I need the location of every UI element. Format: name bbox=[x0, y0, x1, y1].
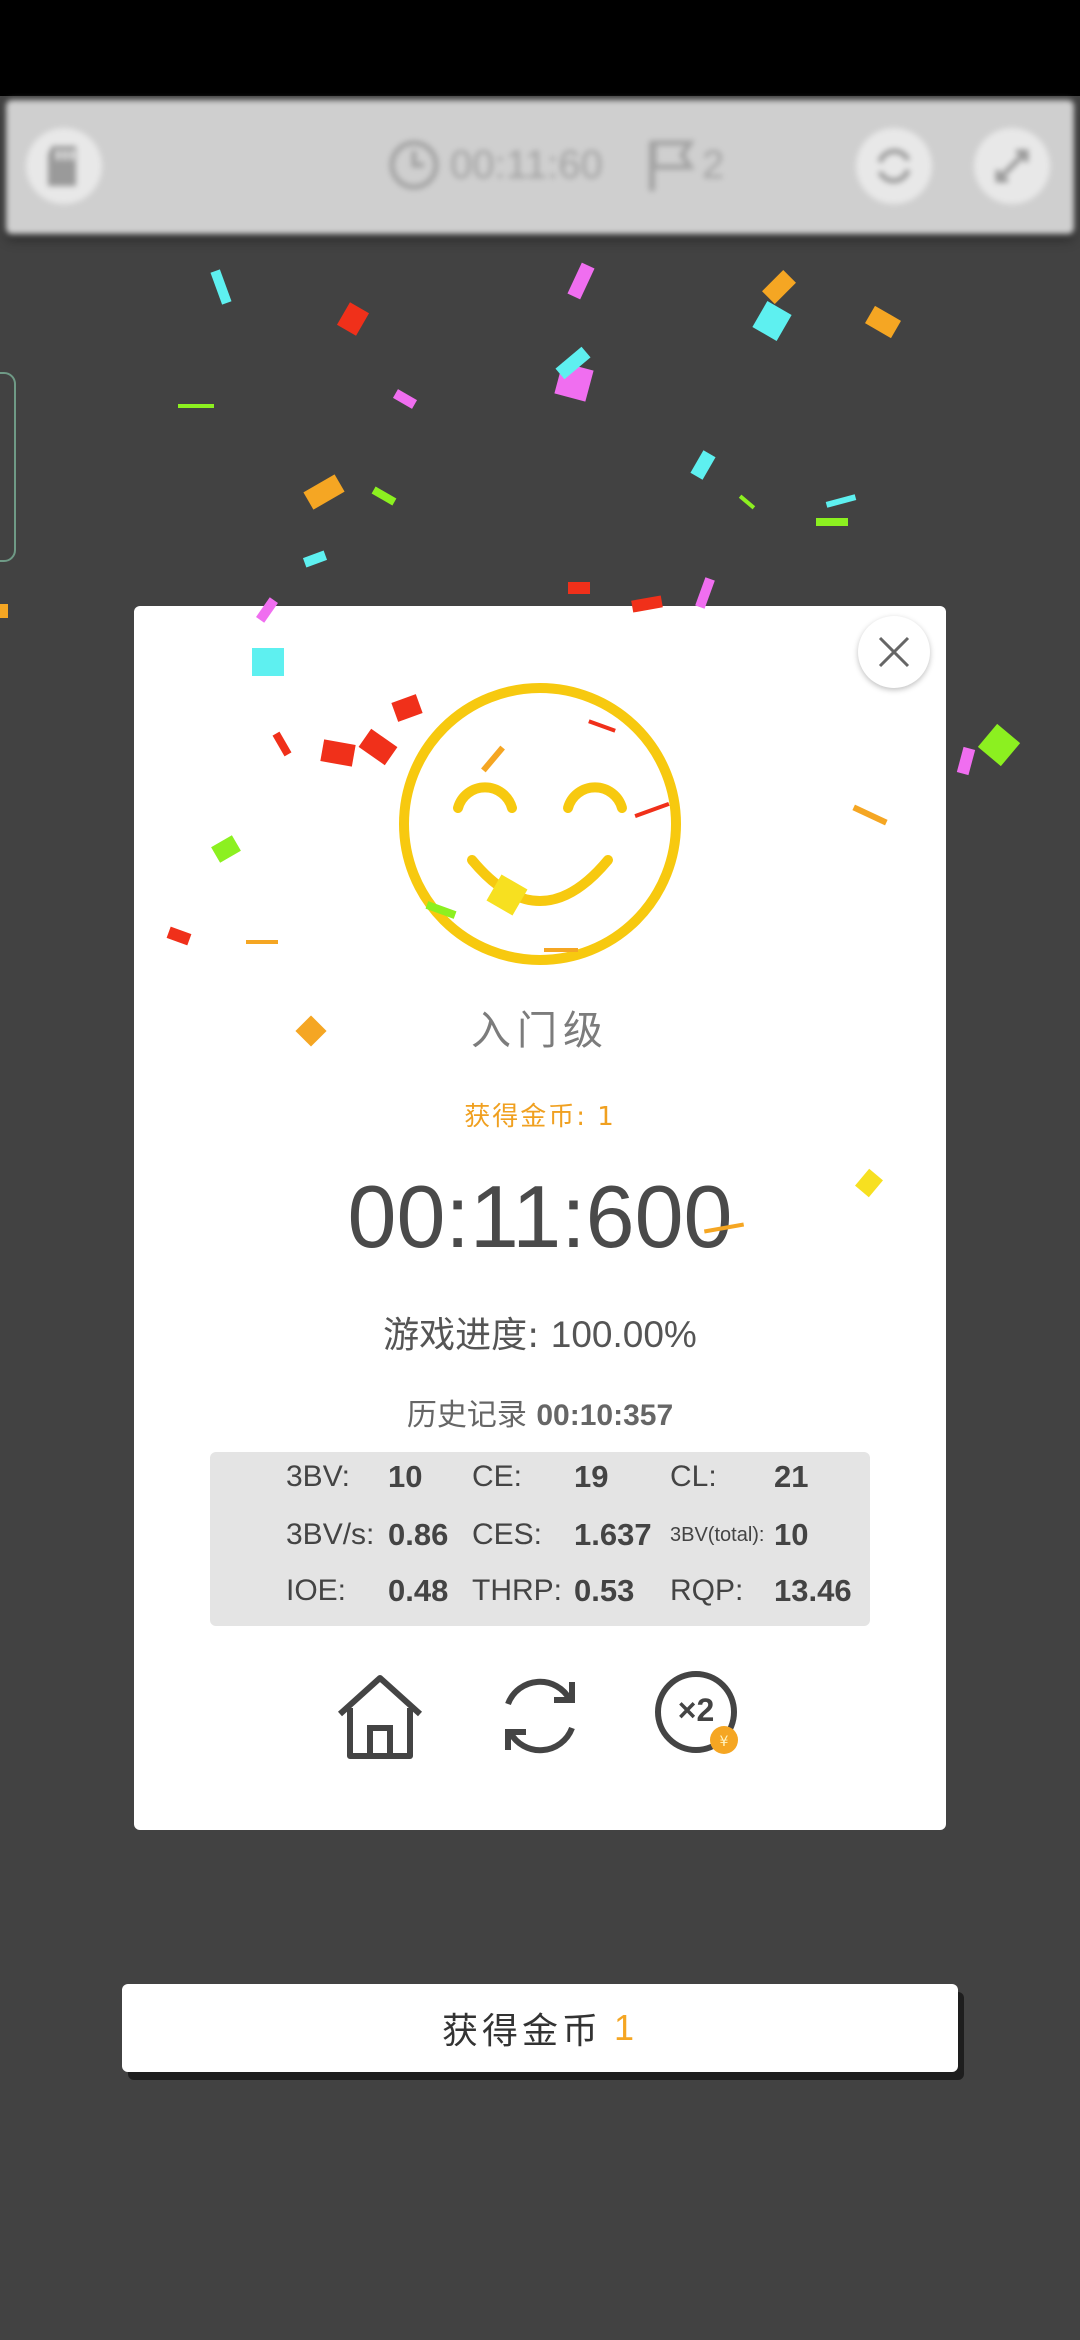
confetti-piece bbox=[865, 305, 901, 339]
stat-value: 10 bbox=[774, 1517, 809, 1552]
restart-button[interactable] bbox=[856, 128, 932, 204]
confetti-piece bbox=[392, 389, 418, 409]
stat-label: 3BV: bbox=[286, 1460, 350, 1493]
history-record: 历史记录 00:10:357 bbox=[134, 1390, 946, 1434]
confetti-piece bbox=[303, 474, 345, 510]
stat-label: CL: bbox=[670, 1460, 717, 1493]
confetti-piece bbox=[336, 302, 370, 336]
stat-label: CE: bbox=[472, 1460, 523, 1493]
confetti-piece bbox=[302, 550, 328, 568]
progress-label: 游戏进度: bbox=[383, 1315, 540, 1356]
get-coins-label: 获得金币 bbox=[441, 2011, 602, 2052]
confetti-piece bbox=[762, 270, 796, 304]
stat-value: 21 bbox=[774, 1459, 809, 1494]
toolbar-flag-count: 2 bbox=[702, 142, 725, 187]
status-bar bbox=[0, 0, 1080, 96]
confetti-piece bbox=[738, 494, 756, 510]
toolbar-timer: 00:11:60 bbox=[386, 130, 603, 200]
side-tab[interactable] bbox=[0, 372, 16, 562]
confetti-piece bbox=[371, 486, 397, 506]
stat-value: 0.48 bbox=[388, 1573, 449, 1608]
stat-label: 3BV/s: bbox=[286, 1518, 375, 1551]
stats-row: IOE: 0.48 THRP: 0.53 RQP: 13.46 bbox=[210, 1566, 870, 1616]
get-coins-amount: 1 bbox=[613, 2007, 639, 2048]
toolbar-timer-text: 00:11:60 bbox=[450, 142, 603, 187]
stat-value: 10 bbox=[388, 1459, 423, 1494]
confetti-piece bbox=[690, 450, 716, 480]
stat-value: 0.53 bbox=[574, 1573, 635, 1608]
flag-icon bbox=[649, 140, 695, 191]
sd-card-icon bbox=[48, 146, 76, 186]
stats-row: 3BV/s: 0.86 CES: 1.637 3BV(total): 10 bbox=[210, 1510, 870, 1560]
clock-icon bbox=[389, 140, 439, 190]
stats-row: 3BV: 10 CE: 19 CL: 21 bbox=[210, 1452, 870, 1502]
confetti-piece bbox=[178, 404, 214, 408]
confetti-piece bbox=[752, 301, 792, 341]
stat-label: CES: bbox=[472, 1518, 543, 1551]
difficulty-level: 入门级 bbox=[471, 1008, 609, 1054]
confetti-piece bbox=[977, 723, 1021, 767]
stat-value: 19 bbox=[574, 1459, 609, 1494]
zoom-button[interactable] bbox=[974, 128, 1050, 204]
confetti-piece bbox=[210, 269, 232, 305]
toolbar-flags: 2 bbox=[646, 130, 724, 200]
home-icon bbox=[337, 1675, 423, 1759]
get-coins-button[interactable]: 获得金币 1 bbox=[122, 1984, 958, 2072]
result-actions: ¥ ×2 bbox=[134, 1666, 946, 1776]
stat-label: RQP: bbox=[670, 1574, 744, 1607]
stats-panel: 3BV: 10 CE: 19 CL: 21 3BV/s: 0.86 CES: 1… bbox=[210, 1452, 870, 1626]
game-progress: 游戏进度: 100.00% bbox=[134, 1306, 946, 1358]
confetti-piece bbox=[555, 346, 591, 380]
refresh-icon bbox=[505, 1678, 575, 1754]
result-dialog: 入门级 获得金币: 1 00:11:600 游戏进度: 100.00% 历史记录… bbox=[134, 606, 946, 1830]
double-coins-button[interactable]: ¥ ×2 bbox=[650, 1666, 750, 1766]
confetti-piece bbox=[567, 262, 595, 300]
confetti-piece bbox=[825, 494, 857, 508]
game-toolbar: 00:11:60 2 bbox=[6, 100, 1074, 234]
confetti-piece bbox=[816, 518, 848, 526]
coins-earned-text: 获得金币: 1 bbox=[464, 1102, 616, 1132]
confetti-piece bbox=[0, 604, 8, 618]
replay-button[interactable] bbox=[490, 1666, 590, 1766]
stat-value: 13.46 bbox=[774, 1573, 852, 1608]
confetti-piece bbox=[568, 582, 590, 594]
confetti-piece bbox=[956, 746, 976, 776]
confetti-piece bbox=[554, 362, 594, 402]
smiley-face-icon bbox=[399, 683, 681, 965]
close-icon bbox=[878, 636, 910, 668]
refresh-icon bbox=[877, 148, 911, 184]
confetti-piece bbox=[695, 577, 715, 609]
expand-icon bbox=[995, 149, 1029, 183]
record-value: 00:10:357 bbox=[536, 1399, 674, 1432]
stat-label: IOE: bbox=[286, 1574, 347, 1607]
stat-value: 1.637 bbox=[574, 1517, 652, 1552]
stat-value: 0.86 bbox=[388, 1517, 449, 1552]
home-button[interactable] bbox=[330, 1666, 430, 1766]
finish-time: 00:11:600 bbox=[347, 1167, 733, 1266]
progress-value: 100.00% bbox=[550, 1314, 697, 1355]
close-button[interactable] bbox=[858, 616, 930, 688]
double-label: ×2 bbox=[677, 1692, 715, 1728]
stat-label: THRP: bbox=[472, 1574, 562, 1607]
stat-label: 3BV(total): bbox=[670, 1524, 765, 1546]
svg-text:¥: ¥ bbox=[720, 1734, 729, 1750]
record-label: 历史记录 bbox=[406, 1398, 527, 1433]
sd-card-button[interactable] bbox=[26, 128, 102, 204]
